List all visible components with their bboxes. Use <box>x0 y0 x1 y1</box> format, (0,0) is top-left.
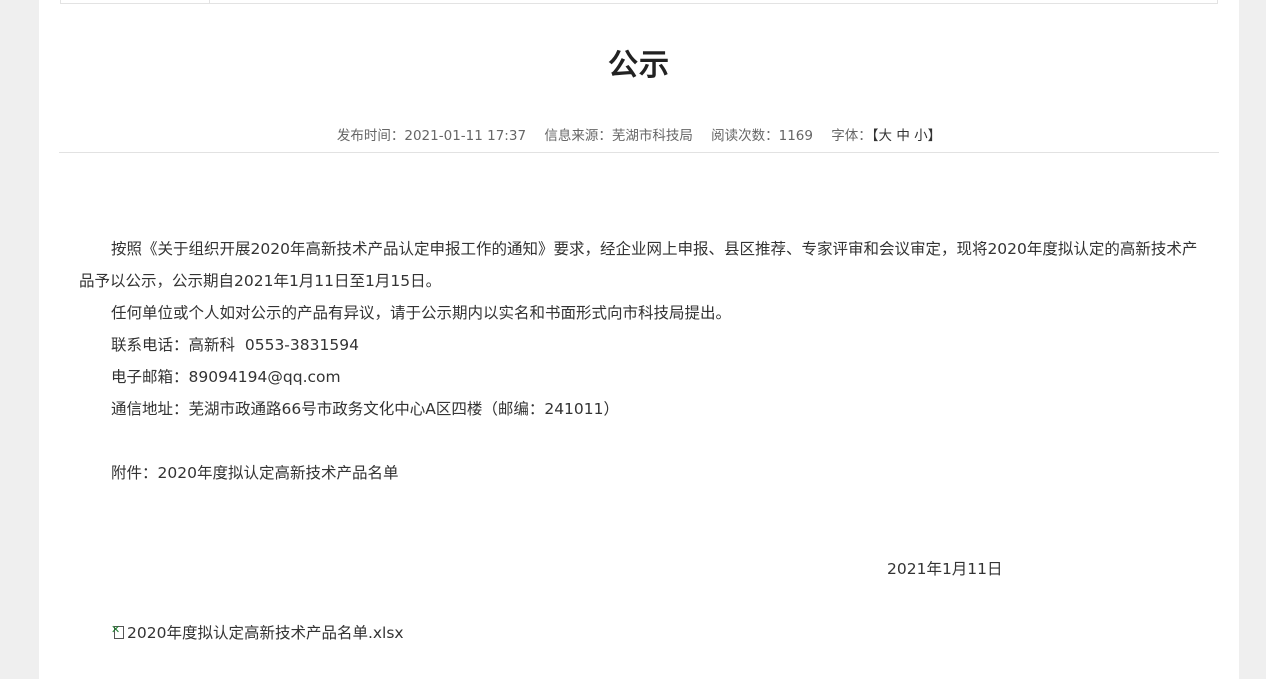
paragraph-notice: 按照《关于组织开展2020年高新技术产品认定申报工作的通知》要求，经企业网上申报… <box>79 240 1198 290</box>
top-nav-strip <box>60 0 1218 4</box>
source-label: 信息来源： <box>544 128 612 144</box>
meta-divider <box>59 152 1219 153</box>
view-count: 1169 <box>778 128 813 144</box>
source: 芜湖市科技局 <box>611 128 693 144</box>
nav-divider <box>209 0 210 4</box>
font-size-small-link[interactable]: 小 <box>914 128 928 144</box>
contact-address: 通信地址：芜湖市政通路66号市政务文化中心A区四楼（邮编：241011） <box>111 400 619 418</box>
views-label: 阅读次数： <box>711 128 779 144</box>
publish-time: 2021-01-11 17:37 <box>404 128 527 144</box>
excel-file-icon: ✕ <box>111 624 125 640</box>
font-bracket-close: 】 <box>927 128 942 144</box>
attachment-filename[interactable]: 2020年度拟认定高新技术产品名单.xlsx <box>127 621 404 643</box>
attachment-link[interactable]: ✕ 2020年度拟认定高新技术产品名单.xlsx <box>111 621 404 643</box>
contact-phone: 联系电话：高新科 0553-3831594 <box>111 336 359 354</box>
article-body: 按照《关于组织开展2020年高新技术产品认定申报工作的通知》要求，经企业网上申报… <box>79 233 1199 489</box>
page-title: 公示 <box>608 48 670 83</box>
contact-email: 电子邮箱：89094194@qq.com <box>111 368 341 386</box>
font-size-large-link[interactable]: 大 <box>879 128 893 144</box>
article-page: 公示 发布时间：2021-01-11 17:37 信息来源：芜湖市科技局 阅读次… <box>39 0 1239 679</box>
publish-label: 发布时间： <box>336 128 405 144</box>
attachment-note: 附件：2020年度拟认定高新技术产品名单 <box>111 464 399 482</box>
article-meta: 发布时间：2021-01-11 17:37 信息来源：芜湖市科技局 阅读次数：1… <box>39 124 1239 144</box>
font-bracket-open: 【 <box>871 128 879 144</box>
font-size-medium-link[interactable]: 中 <box>896 128 910 144</box>
paragraph-objection: 任何单位或个人如对公示的产品有异议，请于公示期内以实名和书面形式向市科技局提出。 <box>111 304 732 322</box>
font-size-label: 字体： <box>831 128 872 144</box>
publish-date: 2021年1月11日 <box>887 560 1003 578</box>
